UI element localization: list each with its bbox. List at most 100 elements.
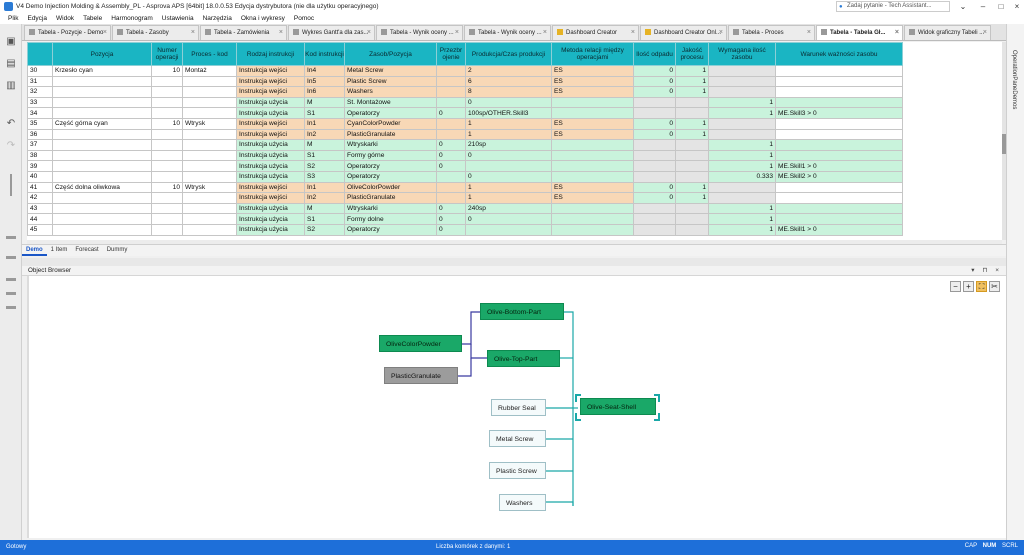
table-row[interactable]: 31 Instrukcja wejści In5 Plastic Screw 6 ES 0 1	[27, 75, 903, 88]
item-cell[interactable]	[52, 96, 152, 109]
process-code-cell[interactable]: Montaż	[182, 65, 237, 77]
scrap-cell[interactable]: 0	[633, 181, 676, 194]
resource-cell[interactable]: Operatorzy	[344, 160, 437, 172]
relation-cell[interactable]	[551, 107, 634, 119]
production-cell[interactable]: 1	[465, 117, 552, 130]
relation-cell[interactable]	[551, 223, 634, 236]
scrap-cell[interactable]	[633, 139, 676, 151]
relation-cell[interactable]: ES	[551, 128, 634, 141]
validity-cond-cell[interactable]: ME.Skill1 > 0	[775, 223, 903, 236]
column-header[interactable]: Ilość odpadu	[633, 42, 676, 66]
scrap-cell[interactable]: 0	[633, 117, 676, 130]
setup-cell[interactable]	[436, 170, 466, 183]
tab-9[interactable]: Tabela - Tabela Gł... ×	[816, 25, 903, 40]
resource-cell[interactable]: Formy dolne	[344, 213, 437, 225]
process-code-cell[interactable]	[182, 213, 237, 225]
operation-pane-strip[interactable]: OperationPaneDemos	[1006, 24, 1024, 540]
op-number-cell[interactable]	[151, 149, 183, 162]
item-cell[interactable]: Część górna cyan	[52, 117, 152, 130]
process-code-cell[interactable]	[182, 75, 237, 88]
zoom-out-button[interactable]: −	[950, 281, 961, 292]
instruction-type-cell[interactable]: Instrukcja użycia	[236, 223, 305, 236]
sheet-tab-demo[interactable]: Demo	[22, 245, 47, 256]
column-header[interactable]: Zasob/Pozycja	[344, 42, 437, 66]
node-plastic-screw[interactable]: Plastic Screw	[489, 462, 546, 479]
process-code-cell[interactable]	[182, 192, 237, 204]
quality-cell[interactable]	[675, 107, 709, 119]
item-cell[interactable]	[52, 75, 152, 88]
required-qty-cell[interactable]: 1	[708, 139, 776, 151]
instruction-type-cell[interactable]: Instrukcja użycia	[236, 202, 305, 215]
required-qty-cell[interactable]	[708, 86, 776, 98]
required-qty-cell[interactable]	[708, 192, 776, 204]
close-tab-icon[interactable]: ×	[367, 26, 371, 40]
close-tab-icon[interactable]: ×	[279, 26, 283, 40]
toolbar-handle-icon[interactable]	[6, 256, 16, 259]
resource-cell[interactable]: PlasticGranulate	[344, 192, 437, 204]
column-header[interactable]: Przezbr ojenie	[436, 42, 466, 66]
scrap-cell[interactable]	[633, 149, 676, 162]
item-cell[interactable]	[52, 170, 152, 183]
required-qty-cell[interactable]: 0.333	[708, 170, 776, 183]
instruction-code-cell[interactable]: In2	[304, 192, 345, 204]
instruction-type-cell[interactable]: Instrukcja użycia	[236, 170, 305, 183]
column-header[interactable]: Produkcja/Czas produkcji	[465, 42, 552, 66]
relation-cell[interactable]	[551, 213, 634, 225]
process-code-cell[interactable]: Wtrysk	[182, 117, 237, 130]
quality-cell[interactable]	[675, 223, 709, 236]
process-code-cell[interactable]: Wtrysk	[182, 181, 237, 194]
menu-view[interactable]: Widok	[56, 13, 74, 24]
ask-question-input[interactable]: ● Zadaj pytanie - Tech Assistant...	[836, 1, 950, 12]
tab-1[interactable]: Tabela - Zasoby ×	[112, 25, 199, 40]
toolbar-handle-icon[interactable]	[6, 306, 16, 309]
required-qty-cell[interactable]	[708, 75, 776, 88]
validity-cond-cell[interactable]: ME.Skill2 > 0	[775, 170, 903, 183]
instruction-type-cell[interactable]: Instrukcja wejści	[236, 75, 305, 88]
resource-cell[interactable]: Washers	[344, 86, 437, 98]
setup-cell[interactable]: 0	[436, 107, 466, 119]
item-cell[interactable]: Część dolna oliwkowa	[52, 181, 152, 194]
node-olive-top-part[interactable]: Olive-Top-Part	[487, 350, 560, 367]
resource-cell[interactable]: Metal Screw	[344, 65, 437, 77]
quality-cell[interactable]: 1	[675, 86, 709, 98]
production-cell[interactable]: 0	[465, 213, 552, 225]
process-code-cell[interactable]	[182, 139, 237, 151]
object-browser-canvas[interactable]: Olive-Bottom-Part OliveColorPowder Olive…	[27, 276, 1006, 538]
save-icon[interactable]: ▣	[4, 36, 18, 48]
toolbar-handle-icon[interactable]	[6, 292, 16, 295]
column-header[interactable]: Rodzaj instrukcji	[236, 42, 305, 66]
column-header[interactable]: Metoda relacji między operacjami	[551, 42, 634, 66]
quality-cell[interactable]	[675, 96, 709, 109]
sheet-tab-dummy[interactable]: Dummy	[103, 245, 132, 256]
close-tab-icon[interactable]: ×	[719, 26, 723, 40]
required-qty-cell[interactable]	[708, 65, 776, 77]
process-code-cell[interactable]	[182, 149, 237, 162]
instruction-type-cell[interactable]: Instrukcja wejści	[236, 181, 305, 194]
table-row[interactable]: 36 Instrukcja wejści In2 PlasticGranulate 1 E…	[27, 128, 903, 141]
op-number-cell[interactable]	[151, 223, 183, 236]
scrap-cell[interactable]	[633, 107, 676, 119]
menu-settings[interactable]: Ustawienia	[162, 13, 194, 24]
instruction-code-cell[interactable]: S1	[304, 107, 345, 119]
relation-cell[interactable]	[551, 139, 634, 151]
scrap-cell[interactable]: 0	[633, 192, 676, 204]
relation-cell[interactable]	[551, 149, 634, 162]
quality-cell[interactable]: 1	[675, 75, 709, 88]
instruction-code-cell[interactable]: M	[304, 139, 345, 151]
schedule-icon[interactable]: ▤	[4, 58, 18, 70]
production-cell[interactable]: 1	[465, 181, 552, 194]
scrap-cell[interactable]	[633, 202, 676, 215]
scroll-thumb[interactable]	[1002, 134, 1006, 154]
item-cell[interactable]	[52, 202, 152, 215]
quality-cell[interactable]	[675, 160, 709, 172]
table-row[interactable]: 38 Instrukcja użycia S1 Formy górne 0 0 1	[27, 149, 903, 162]
instruction-type-cell[interactable]: Instrukcja wejści	[236, 128, 305, 141]
production-cell[interactable]: 6	[465, 75, 552, 88]
production-cell[interactable]: 210sp	[465, 139, 552, 151]
instruction-type-cell[interactable]: Instrukcja użycia	[236, 107, 305, 119]
required-qty-cell[interactable]: 1	[708, 202, 776, 215]
instruction-code-cell[interactable]: In2	[304, 128, 345, 141]
relation-cell[interactable]	[551, 160, 634, 172]
setup-cell[interactable]	[436, 75, 466, 88]
required-qty-cell[interactable]: 1	[708, 107, 776, 119]
